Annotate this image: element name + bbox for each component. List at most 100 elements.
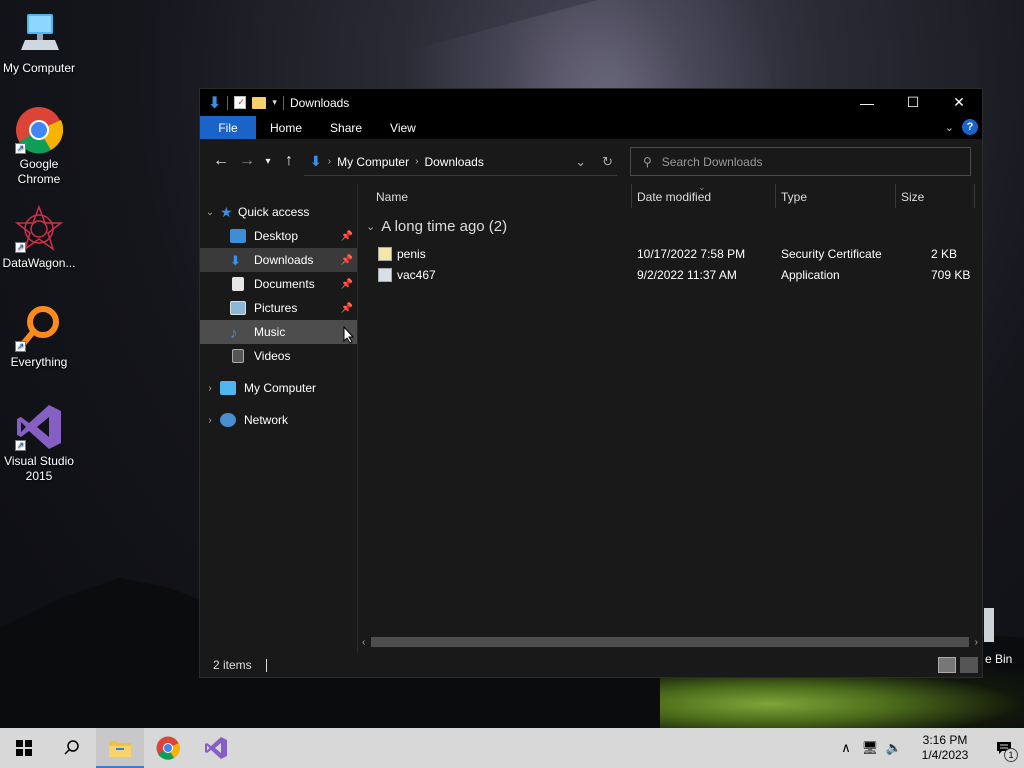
recycle-bin-icon[interactable] (984, 608, 994, 642)
nav-item-documents[interactable]: Documents 📌 (200, 272, 357, 296)
tab-home[interactable]: Home (256, 116, 316, 139)
group-header[interactable]: ⌄ A long time ago (2) (366, 218, 507, 235)
start-button[interactable] (0, 728, 48, 768)
network-icon (220, 413, 236, 427)
search-button[interactable] (48, 728, 96, 768)
clock-date: 1/4/2023 (921, 748, 969, 762)
taskbar-file-explorer[interactable] (96, 728, 144, 768)
nav-quick-access[interactable]: ⌄ ★ Quick access (200, 200, 357, 224)
breadcrumb-my-computer[interactable]: My Computer (337, 155, 409, 169)
nav-label: Pictures (254, 301, 298, 315)
music-folder-icon: ♪ (230, 325, 238, 342)
recycle-bin-label: e Bin (985, 652, 1013, 666)
item-count: 2 items (213, 658, 252, 672)
close-button[interactable]: ✕ (936, 89, 982, 116)
shortcut-arrow-icon: ↗ (15, 143, 26, 154)
taskbar-visual-studio[interactable] (192, 728, 240, 768)
scroll-right-icon[interactable]: › (975, 637, 978, 648)
chrome-icon (156, 736, 180, 760)
application-icon (378, 268, 392, 282)
show-hidden-icons-chevron-icon[interactable]: ∧ (834, 740, 858, 756)
help-icon[interactable]: ? (962, 119, 978, 135)
nav-item-videos[interactable]: Videos (200, 344, 357, 368)
pin-icon[interactable]: 📌 (341, 279, 353, 290)
expand-ribbon-icon[interactable]: ⌄ (945, 121, 954, 134)
clock[interactable]: 3:16 PM 1/4/2023 (906, 733, 984, 763)
nav-label: Downloads (254, 253, 314, 267)
address-dropdown-icon[interactable]: ⌄ (575, 154, 586, 170)
address-bar[interactable]: ⬇ › My Computer › Downloads ⌄ ↻ (304, 148, 617, 176)
datawagon-icon: ↗ (14, 204, 64, 253)
star-icon: ★ (220, 203, 233, 220)
forward-button[interactable]: → (234, 148, 260, 174)
nav-label: Network (244, 413, 289, 427)
horizontal-scrollbar[interactable]: ‹ › (362, 635, 978, 649)
tab-share[interactable]: Share (316, 116, 376, 139)
column-size[interactable]: Size (901, 190, 924, 204)
nav-item-downloads[interactable]: ⬇ Downloads 📌 (200, 248, 357, 272)
maximize-button[interactable]: ☐ (890, 89, 936, 116)
pictures-folder-icon (230, 301, 246, 315)
network-tray-icon[interactable]: 🖥 (858, 740, 882, 756)
taskbar-chrome[interactable] (144, 728, 192, 768)
nav-item-pictures[interactable]: Pictures 📌 (200, 296, 357, 320)
tab-view[interactable]: View (376, 116, 430, 139)
search-box[interactable]: ⚲ Search Downloads (630, 147, 971, 176)
desktop-icon-my-computer[interactable]: My Computer (0, 10, 78, 76)
desktop-icon-visual-studio[interactable]: ↗ Visual Studio 2015 (0, 403, 78, 484)
downloads-folder-icon: ⬇ (230, 253, 241, 268)
pin-icon[interactable]: 📌 (341, 231, 353, 242)
nav-item-desktop[interactable]: Desktop 📌 (200, 224, 357, 248)
ribbon-right: ⌄ ? (945, 119, 978, 135)
nav-label: My Computer (244, 381, 317, 395)
status-separator (265, 658, 267, 672)
customize-toolbar-icon[interactable]: ▾ (272, 97, 277, 108)
refresh-icon[interactable]: ↻ (602, 154, 613, 170)
action-center-button[interactable]: 1 (984, 728, 1024, 768)
chevron-down-icon[interactable]: ⌄ (200, 207, 220, 218)
desktop-icon-label: Visual Studio 2015 (4, 454, 74, 483)
desktop-icon-everything[interactable]: ↗ Everything (0, 304, 78, 370)
chevron-right-icon[interactable]: › (200, 383, 220, 394)
nav-network[interactable]: › Network (200, 408, 357, 432)
documents-folder-icon (232, 277, 244, 291)
status-bar: 2 items (200, 653, 982, 677)
shortcut-arrow-icon: ↗ (15, 440, 26, 451)
breadcrumb-separator-icon: › (415, 156, 419, 167)
pin-icon[interactable]: 📌 (341, 255, 353, 266)
back-button[interactable]: ← (208, 148, 234, 174)
view-switcher (938, 657, 978, 673)
nav-item-music[interactable]: ♪ Music (200, 320, 357, 344)
column-name[interactable]: Name (376, 190, 408, 204)
properties-icon[interactable]: ✓ (234, 96, 247, 109)
visual-studio-icon (205, 737, 227, 759)
recent-locations-button[interactable]: ▾ (260, 148, 276, 174)
scrollbar-thumb[interactable] (371, 637, 969, 647)
large-icons-view-icon[interactable] (960, 657, 978, 673)
tab-file[interactable]: File (200, 116, 256, 139)
visual-studio-icon: ↗ (15, 403, 63, 451)
pin-icon[interactable]: 📌 (341, 303, 353, 314)
file-type: Application (781, 268, 840, 282)
minimize-button[interactable]: — (844, 89, 890, 116)
desktop-icon-label: DataWagon... (2, 256, 76, 270)
breadcrumb-downloads[interactable]: Downloads (424, 155, 483, 169)
new-folder-icon[interactable] (252, 96, 267, 109)
chevron-right-icon[interactable]: › (200, 415, 220, 426)
desktop-icon-datawagon[interactable]: ↗ DataWagon... (0, 204, 78, 271)
file-name: penis (397, 247, 426, 261)
column-type[interactable]: Type (781, 190, 807, 204)
nav-my-computer[interactable]: › My Computer (200, 376, 357, 400)
shortcut-arrow-icon: ↗ (15, 341, 26, 352)
desktop-icon-google-chrome[interactable]: ↗ Google Chrome (0, 106, 78, 187)
volume-icon[interactable]: 🔈 (882, 740, 906, 756)
details-view-icon[interactable] (938, 657, 956, 673)
chevron-down-icon[interactable]: ⌄ (366, 220, 375, 233)
file-row[interactable]: penis 10/17/2022 7:58 PM Security Certif… (358, 244, 982, 264)
window-title: Downloads (289, 95, 350, 110)
scroll-left-icon[interactable]: ‹ (362, 637, 365, 648)
nav-label: Quick access (238, 205, 310, 219)
title-bar[interactable]: ⬇ ✓ ▾ Downloads — ☐ ✕ (200, 89, 982, 116)
up-button[interactable]: ↑ (276, 148, 302, 174)
file-row[interactable]: vac467 9/2/2022 11:37 AM Application 709… (358, 265, 982, 285)
